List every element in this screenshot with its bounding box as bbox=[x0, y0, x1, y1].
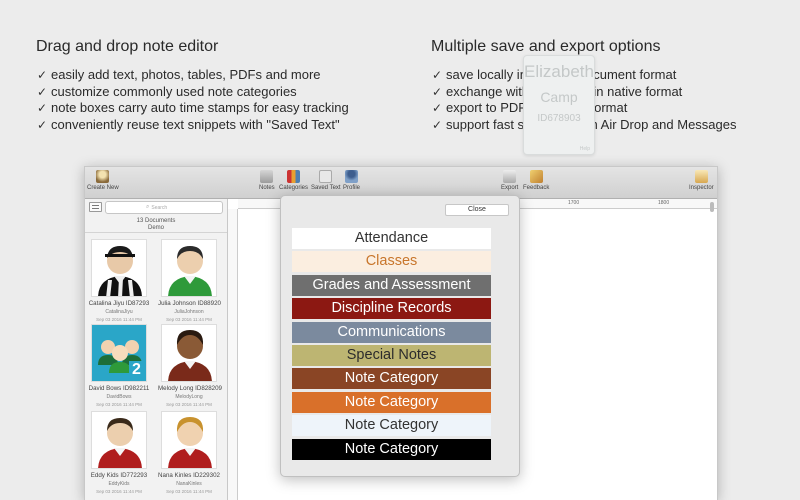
notes-icon bbox=[260, 170, 274, 183]
document-tile[interactable]: Catalina Jiyu ID87293 CatalinaJiyu Sep 0… bbox=[88, 239, 150, 322]
student-red-blond-icon bbox=[161, 411, 217, 469]
checkmark-icon: ✓ bbox=[37, 117, 48, 132]
category-item[interactable]: Note Category bbox=[292, 391, 491, 413]
feature-item: ✓exchange with co-editors in native form… bbox=[432, 83, 683, 99]
student-dark-icon bbox=[161, 324, 217, 382]
note-box[interactable]: Elizabeth Camp ID678903 Help bbox=[523, 55, 595, 155]
feature-list: ✓ easily add text, photos, tables, PDFs a… bbox=[36, 67, 416, 133]
categories-button[interactable]: Categories bbox=[279, 170, 308, 191]
feature-item: ✓support fast share through Air Drop and… bbox=[432, 116, 737, 132]
category-item[interactable]: Classes bbox=[292, 251, 491, 273]
document-tile[interactable]: Nana Kinles ID229302 NanaKinles Sep 03 2… bbox=[158, 411, 220, 494]
vertical-scrollbar[interactable] bbox=[710, 202, 714, 212]
feedback-button[interactable]: Feedback bbox=[523, 170, 549, 191]
feature-column-editor: Drag and drop note editor ✓ easily add te… bbox=[36, 38, 416, 133]
search-icon: ⌕ bbox=[146, 204, 150, 210]
inspector-icon bbox=[694, 170, 708, 183]
feature-item: ✓ conveniently reuse text snippets with "… bbox=[37, 116, 340, 132]
create-new-icon bbox=[96, 170, 110, 183]
feature-heading: Multiple save and export options bbox=[431, 38, 661, 55]
category-list: Attendance Classes Grades and Assessment Di… bbox=[292, 228, 491, 462]
count-badge: 2 bbox=[129, 361, 144, 379]
search-input[interactable]: ⌕ Search bbox=[105, 201, 223, 214]
checkmark-icon: ✓ bbox=[37, 84, 48, 99]
feedback-icon bbox=[529, 170, 543, 183]
checkmark-icon: ✓ bbox=[37, 101, 48, 115]
checkmark-icon: ✓ bbox=[432, 68, 443, 82]
checkmark-icon: ✓ bbox=[432, 84, 443, 99]
feature-item: ✓ customize commonly used note categories bbox=[37, 83, 297, 99]
create-new-button[interactable]: Create New bbox=[87, 170, 119, 191]
referee-icon bbox=[91, 239, 147, 297]
category-item[interactable]: Note Category bbox=[292, 368, 491, 390]
export-button[interactable]: Export bbox=[501, 170, 518, 191]
feature-item: ✓ note boxes carry auto time stamps for e… bbox=[37, 100, 349, 115]
category-item[interactable]: Grades and Assessment bbox=[292, 274, 491, 296]
student-green-icon bbox=[161, 239, 217, 297]
category-item[interactable]: Attendance bbox=[292, 228, 491, 249]
category-item[interactable]: Discipline Records bbox=[292, 298, 491, 320]
sidebar-header: ⌕ Search 13 Documents Demo bbox=[85, 199, 227, 233]
document-tile[interactable]: Julia Johnson ID88920 JuliaJohnson Sep 0… bbox=[158, 239, 221, 322]
profile-button[interactable]: Profile bbox=[343, 170, 360, 191]
category-item[interactable]: Special Notes bbox=[292, 344, 491, 366]
saved-text-icon bbox=[319, 170, 333, 183]
checkmark-icon: ✓ bbox=[432, 101, 443, 115]
document-tile[interactable]: 2 David Bows ID982211 DavidBows Sep 03 2… bbox=[88, 324, 150, 407]
category-item[interactable]: Note Category bbox=[292, 415, 491, 437]
feature-item: ✓ easily add text, photos, tables, PDFs a… bbox=[37, 67, 321, 82]
category-item[interactable]: Note Category bbox=[292, 438, 491, 460]
categories-icon bbox=[287, 170, 300, 183]
checkmark-icon: ✓ bbox=[37, 68, 48, 82]
categories-popover: Close Attendance Classes Grades and Assess… bbox=[280, 195, 520, 477]
list-view-icon[interactable] bbox=[89, 202, 102, 212]
document-tile[interactable]: Eddy Kids ID772293 EddyKids Sep 03 2016 … bbox=[88, 411, 150, 494]
feature-column-export: Multiple save and export options ✓ save l… bbox=[431, 38, 791, 133]
close-button[interactable]: Close bbox=[445, 204, 509, 216]
notes-button[interactable]: Notes bbox=[259, 170, 275, 191]
export-icon bbox=[503, 170, 517, 183]
document-count: 13 Documents Demo bbox=[136, 218, 176, 231]
document-sidebar: ⌕ Search 13 Documents Demo Catalina Jiyu… bbox=[85, 199, 228, 500]
vertical-ruler bbox=[228, 209, 238, 500]
inspector-button[interactable]: Inspector bbox=[689, 170, 714, 191]
checkmark-icon: ✓ bbox=[432, 117, 443, 132]
document-tile[interactable]: Melody Long ID828209 MelodyLong Sep 03 2… bbox=[158, 324, 222, 407]
group-icon: 2 bbox=[91, 324, 147, 382]
feature-item: ✓export to PDF document format bbox=[432, 100, 628, 115]
feature-list: ✓save locally in "profile" document form… bbox=[431, 67, 791, 133]
profile-icon bbox=[345, 170, 358, 183]
category-item[interactable]: Communications bbox=[292, 321, 491, 343]
feature-heading: Drag and drop note editor bbox=[36, 38, 219, 55]
feature-item: ✓save locally in "profile" document form… bbox=[432, 67, 677, 82]
student-red-icon bbox=[91, 411, 147, 469]
saved-text-button[interactable]: Saved Text bbox=[311, 170, 341, 191]
